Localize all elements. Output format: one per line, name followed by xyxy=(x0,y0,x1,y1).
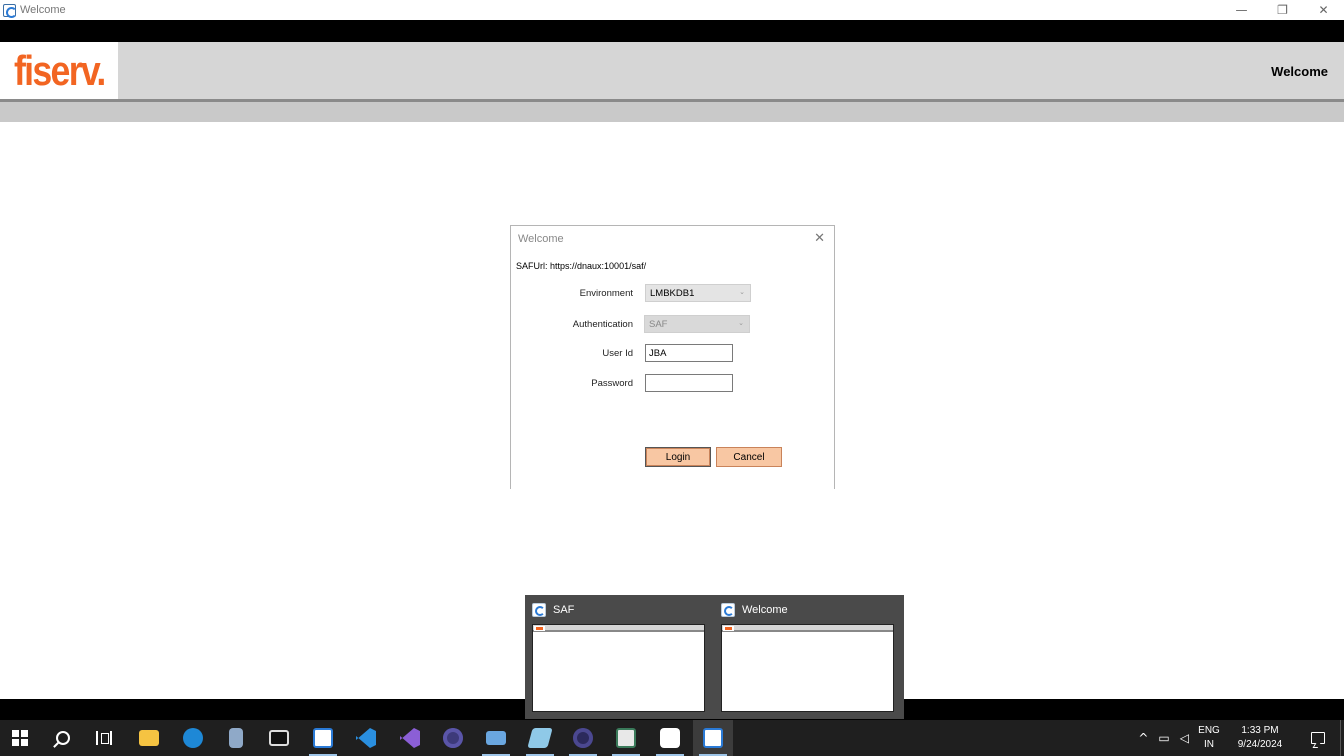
preview-thumbnail xyxy=(532,624,705,712)
taskbar-vscode[interactable] xyxy=(346,720,386,756)
app-icon xyxy=(703,728,723,748)
environment-select[interactable]: LMBKDB1 ⌄ xyxy=(645,284,751,302)
login-dialog: Welcome ✕ SAFUrl: https://dnaux:10001/sa… xyxy=(510,225,835,489)
taskbar-explorer[interactable] xyxy=(129,720,169,756)
saf-url-label: SAFUrl: xyxy=(516,261,548,271)
app-icon xyxy=(660,728,680,748)
folder-icon xyxy=(139,730,159,746)
windows-icon xyxy=(12,730,28,746)
taskbar-ssms[interactable] xyxy=(476,720,516,756)
language-indicator[interactable]: ENG IN xyxy=(1194,724,1224,752)
taskbar-cmd[interactable] xyxy=(259,720,299,756)
preview-thumbnail xyxy=(721,624,894,712)
app-header: fiserv. Welcome xyxy=(0,42,1344,99)
chevron-down-icon: ⌄ xyxy=(739,289,745,296)
top-black-bar xyxy=(0,20,1344,42)
logo xyxy=(723,626,734,631)
volume-icon[interactable]: ◁ xyxy=(1180,731,1189,745)
minimize-button[interactable]: — xyxy=(1221,0,1262,20)
dialog-title: Welcome xyxy=(518,233,564,245)
network-icon[interactable]: ▭ xyxy=(1158,731,1169,745)
window-titlebar: Welcome — ❐ ✕ xyxy=(0,0,1344,20)
window-title: Welcome xyxy=(20,4,66,16)
logo xyxy=(534,626,545,631)
taskbar-app2[interactable] xyxy=(606,720,646,756)
taskbar-eclipse2[interactable] xyxy=(563,720,603,756)
language-region: IN xyxy=(1204,739,1214,750)
database-icon xyxy=(229,728,243,748)
app-icon xyxy=(532,603,546,617)
taskbar-preview: SAF Welcome xyxy=(525,595,904,719)
preview-welcome[interactable]: Welcome xyxy=(714,595,900,719)
authentication-select: SAF ⌄ xyxy=(644,315,750,333)
preview-saf[interactable]: SAF xyxy=(525,595,711,719)
eclipse-icon xyxy=(443,728,463,748)
clock[interactable]: 1:33 PM 9/24/2024 xyxy=(1224,724,1296,752)
chevron-up-icon[interactable]: ^ xyxy=(1138,731,1148,745)
dialog-close-icon[interactable]: ✕ xyxy=(814,231,825,246)
cancel-button[interactable]: Cancel xyxy=(716,447,782,467)
close-button[interactable]: ✕ xyxy=(1303,0,1344,20)
app-icon xyxy=(721,603,735,617)
saf-url-value: https://dnaux:10001/saf/ xyxy=(550,261,647,271)
password-input[interactable] xyxy=(645,374,733,392)
notepad-icon xyxy=(527,728,553,748)
login-button[interactable]: Login xyxy=(645,447,711,467)
window-controls: — ❐ ✕ xyxy=(1221,0,1344,20)
preview-title: SAF xyxy=(553,604,575,616)
eclipse-icon xyxy=(573,728,593,748)
saf-url: SAFUrl: https://dnaux:10001/saf/ xyxy=(516,261,646,271)
task-view-icon xyxy=(96,731,112,745)
sub-header-bar xyxy=(0,102,1344,122)
show-desktop-button[interactable] xyxy=(1340,720,1344,756)
logo: fiserv. xyxy=(0,42,118,99)
search-icon xyxy=(56,731,70,745)
authentication-label: Authentication xyxy=(572,319,633,330)
taskbar-visual-studio[interactable] xyxy=(390,720,430,756)
vscode-icon xyxy=(356,728,376,748)
app-icon xyxy=(616,728,636,748)
app-icon xyxy=(313,728,333,748)
terminal-icon xyxy=(269,730,289,746)
edge-icon xyxy=(183,728,203,748)
taskbar: ^ ▭ ◁ ENG IN 1:33 PM 9/24/2024 xyxy=(0,720,1344,756)
search-button[interactable] xyxy=(43,720,83,756)
environment-value: LMBKDB1 xyxy=(650,288,695,299)
taskbar-database[interactable] xyxy=(216,720,256,756)
clock-date: 9/24/2024 xyxy=(1237,739,1283,750)
taskbar-app1[interactable] xyxy=(303,720,343,756)
task-view-button[interactable] xyxy=(84,720,124,756)
restore-button[interactable]: ❐ xyxy=(1262,0,1303,20)
start-button[interactable] xyxy=(0,720,40,756)
chevron-down-icon: ⌄ xyxy=(738,320,744,327)
fiserv-logo: fiserv. xyxy=(13,46,106,94)
language-code: ENG xyxy=(1198,725,1220,736)
app-icon xyxy=(3,3,17,18)
system-tray: ^ ▭ ◁ ENG IN 1:33 PM 9/24/2024 xyxy=(1133,720,1344,756)
taskbar-app-active[interactable] xyxy=(693,720,733,756)
notification-button[interactable] xyxy=(1296,720,1340,756)
preview-title: Welcome xyxy=(742,604,788,616)
taskbar-app3[interactable] xyxy=(650,720,690,756)
server-icon xyxy=(486,731,506,745)
notification-icon xyxy=(1311,732,1325,744)
taskbar-eclipse[interactable] xyxy=(433,720,473,756)
taskbar-edge[interactable] xyxy=(173,720,213,756)
userid-input[interactable] xyxy=(645,344,733,362)
userid-label: User Id xyxy=(602,348,633,359)
password-label: Password xyxy=(591,378,633,389)
clock-time: 1:33 PM xyxy=(1241,725,1279,736)
visual-studio-icon xyxy=(400,728,420,748)
authentication-value: SAF xyxy=(649,319,668,330)
environment-label: Environment xyxy=(579,288,633,299)
header-welcome: Welcome xyxy=(1271,64,1328,79)
taskbar-notepad[interactable] xyxy=(520,720,560,756)
